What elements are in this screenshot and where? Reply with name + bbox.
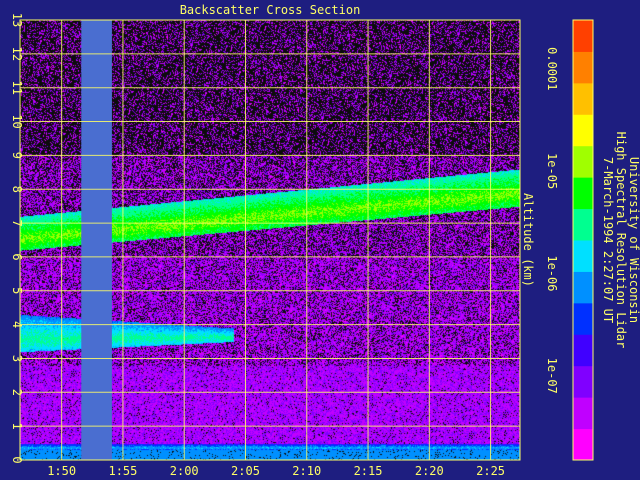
y-tick-label: 0 (10, 456, 24, 463)
caption-line-3: 7-March-1994 2:27:07 UT (601, 157, 615, 323)
y-tick-label: 6 (10, 253, 24, 260)
colorbar-swatch (573, 20, 593, 52)
y-tick-label: 8 (10, 186, 24, 193)
colorbar-tick-label: 1e-07 (545, 358, 559, 394)
y-tick-label: 1 (10, 423, 24, 430)
colorbar-swatch (573, 114, 593, 147)
colorbar-tick-label: 1e-06 (545, 255, 559, 291)
x-tick-label: 1:50 (47, 464, 76, 478)
colorbar-swatch (573, 334, 593, 367)
y-tick-label: 9 (10, 152, 24, 159)
colorbar-swatch (573, 145, 593, 178)
colorbar-swatch (573, 397, 593, 430)
colorbar-swatch (573, 240, 593, 272)
y-tick-label: 7 (10, 219, 24, 226)
colorbar-swatch (573, 82, 593, 115)
x-tick-label: 2:10 (292, 464, 321, 478)
x-tick-label: 1:55 (108, 464, 137, 478)
colorbar-swatch (573, 302, 593, 335)
colorbar (573, 20, 593, 461)
data-gap-band (81, 20, 112, 460)
colorbar-swatch (573, 365, 593, 398)
colorbar-swatch (573, 177, 593, 210)
y-tick-label: 5 (10, 287, 24, 294)
x-tick-label: 2:15 (354, 464, 383, 478)
chart-title: Backscatter Cross Section (180, 3, 361, 17)
y-tick-label: 2 (10, 389, 24, 396)
y-tick-label: 11 (10, 80, 24, 94)
y-tick-label: 4 (10, 321, 24, 328)
colorbar-swatch (573, 271, 593, 304)
colorbar-swatch (573, 51, 593, 84)
y-tick-label: 3 (10, 355, 24, 362)
colorbar-tick-label: 1e-05 (545, 153, 559, 189)
instrument-caption: University of Wisconsin High Spectral Re… (601, 132, 640, 349)
colorbar-swatch (573, 208, 593, 241)
x-tick-label: 2:00 (170, 464, 199, 478)
y-axis-label: Altitude (km) (521, 193, 535, 287)
colorbar-swatch (573, 428, 593, 461)
x-tick-label: 2:20 (415, 464, 444, 478)
x-tick-label: 2:25 (476, 464, 505, 478)
colorbar-tick-label: 0.0001 (545, 47, 559, 90)
lidar-chart: 012345678910111213 1:50 1:55 2:00 2:05 2:10 2… (0, 0, 640, 480)
x-tick-label: 2:05 (231, 464, 260, 478)
y-tick-label: 13 (10, 13, 24, 27)
y-tick-label: 12 (10, 47, 24, 61)
caption-line-2: High Spectral Resolution Lidar (614, 132, 628, 349)
y-tick-label: 10 (10, 114, 24, 128)
